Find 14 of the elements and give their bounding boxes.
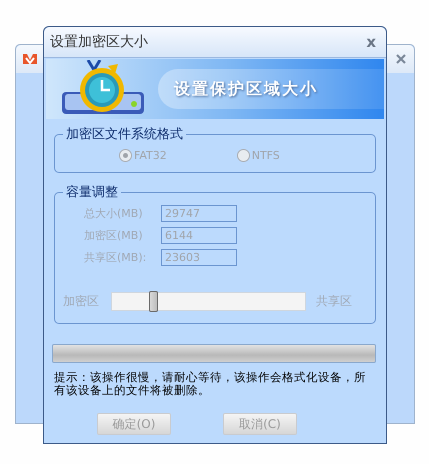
close-button[interactable]: x	[364, 33, 378, 51]
group-title: 容量调整	[65, 184, 119, 201]
slider-track[interactable]	[111, 292, 306, 311]
slider-label: 加密区	[63, 293, 100, 310]
app-logo-icon	[22, 52, 38, 66]
field-label: 加密区(MB)	[84, 228, 144, 243]
field-label: 共享区(MB):	[84, 250, 148, 265]
close-icon[interactable]	[396, 54, 406, 64]
banner-title: 设置保护区域大小	[174, 78, 318, 100]
group-title: 加密区文件系统格式	[65, 126, 184, 143]
window-title: 设置加密区大小	[50, 33, 148, 51]
hint-text: 提示：该操作很慢，请耐心等待，该操作会格式化设备，所有该设备上的文件将被删除。	[54, 371, 367, 397]
slider-label: 共享区	[315, 293, 352, 310]
field-label: 总大小(MB)	[84, 206, 144, 221]
